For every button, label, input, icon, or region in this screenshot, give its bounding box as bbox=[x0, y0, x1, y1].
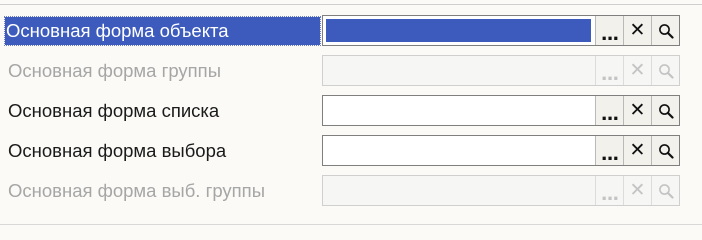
magnifier-icon bbox=[658, 23, 674, 39]
form-row-group-choice-form: Основная форма выб. группы ... ✕ bbox=[0, 174, 702, 208]
clear-button: ✕ bbox=[623, 176, 651, 205]
form-row-group-form: Основная форма группы ... ✕ bbox=[0, 54, 702, 88]
group-form-field: ... ✕ bbox=[322, 55, 680, 86]
open-button bbox=[651, 176, 679, 205]
row-label: Основная форма выб. группы bbox=[8, 180, 265, 201]
top-divider bbox=[0, 4, 702, 5]
select-button[interactable]: ... bbox=[595, 96, 623, 125]
magnifier-icon bbox=[658, 183, 674, 199]
open-button[interactable] bbox=[651, 16, 679, 45]
row-label: Основная форма выбора bbox=[8, 140, 227, 161]
field-value-input bbox=[326, 59, 591, 82]
field-value-input[interactable] bbox=[326, 99, 591, 122]
select-button[interactable]: ... bbox=[595, 136, 623, 165]
form-row-choice-form: Основная форма выбора ... ✕ bbox=[0, 134, 702, 168]
row-label: Основная форма группы bbox=[8, 60, 221, 81]
row-label: Основная форма списка bbox=[8, 100, 220, 121]
group-choice-form-field: ... ✕ bbox=[322, 175, 680, 206]
clear-button: ✕ bbox=[623, 56, 651, 85]
magnifier-icon bbox=[658, 143, 674, 159]
select-button: ... bbox=[595, 56, 623, 85]
form-row-object-form: Основная форма объекта ... ✕ bbox=[0, 14, 702, 48]
open-button[interactable] bbox=[651, 136, 679, 165]
row-label: Основная форма объекта bbox=[4, 16, 321, 46]
field-value-input bbox=[326, 179, 591, 202]
field-value-input[interactable] bbox=[326, 139, 591, 162]
open-button[interactable] bbox=[651, 96, 679, 125]
field-value-input[interactable] bbox=[326, 19, 591, 42]
magnifier-icon bbox=[658, 103, 674, 119]
list-form-field[interactable]: ... ✕ bbox=[322, 95, 680, 126]
clear-button[interactable]: ✕ bbox=[623, 136, 651, 165]
magnifier-icon bbox=[658, 63, 674, 79]
clear-button[interactable]: ✕ bbox=[623, 96, 651, 125]
form-row-list-form: Основная форма списка ... ✕ bbox=[0, 94, 702, 128]
select-button[interactable]: ... bbox=[595, 16, 623, 45]
object-form-field[interactable]: ... ✕ bbox=[322, 15, 680, 46]
select-button: ... bbox=[595, 176, 623, 205]
choice-form-field[interactable]: ... ✕ bbox=[322, 135, 680, 166]
clear-button[interactable]: ✕ bbox=[623, 16, 651, 45]
open-button bbox=[651, 56, 679, 85]
bottom-divider bbox=[0, 224, 702, 225]
